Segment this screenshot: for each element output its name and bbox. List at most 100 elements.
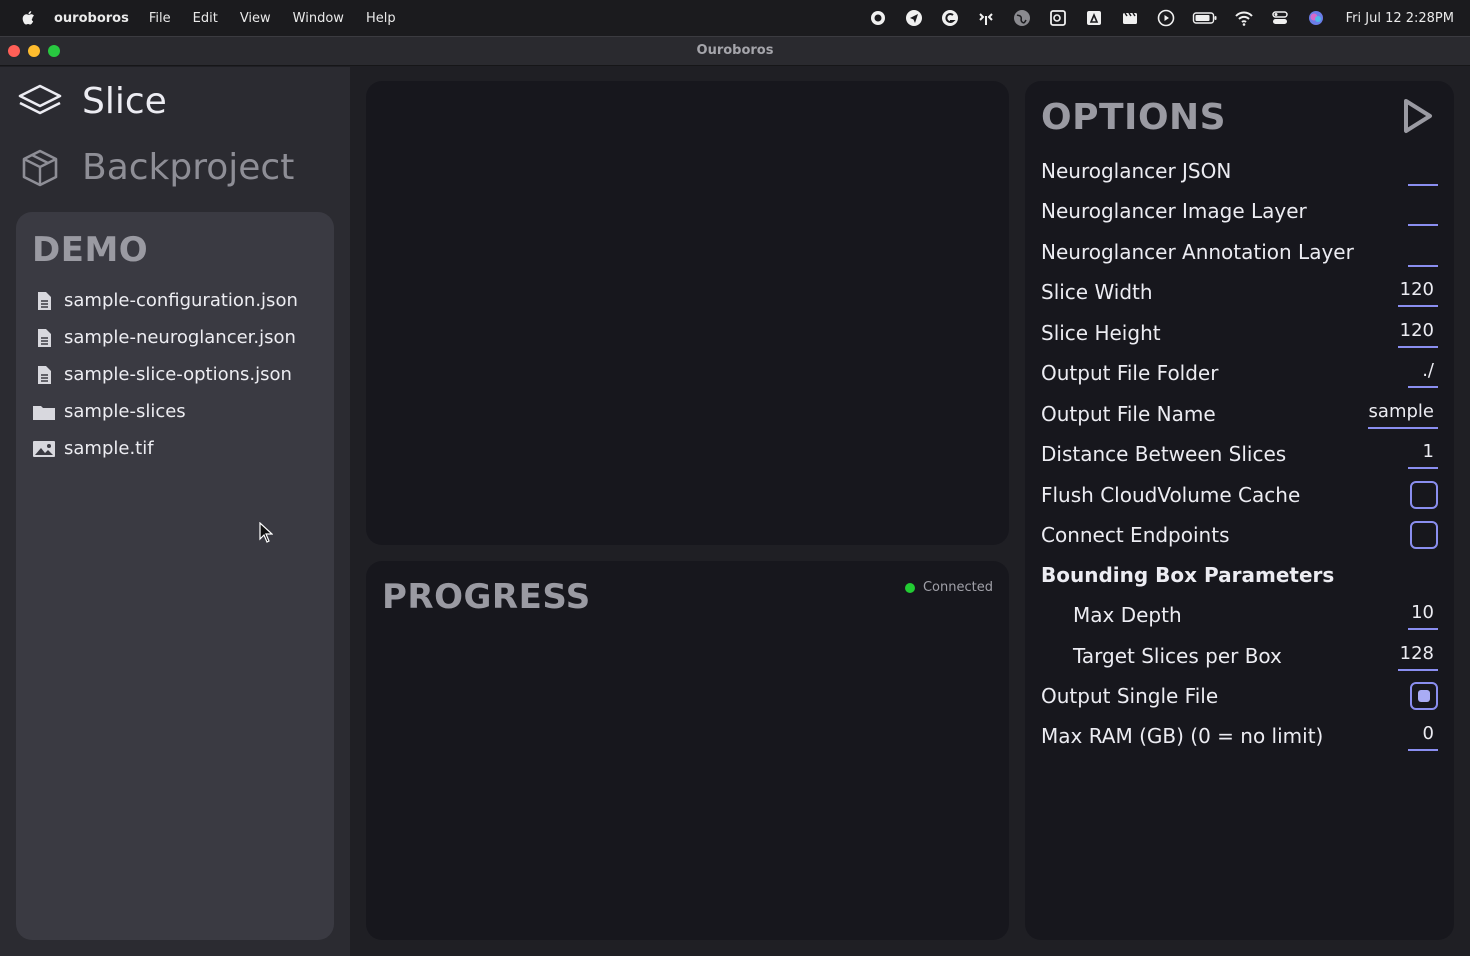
window-titlebar: Ouroboros — [0, 36, 1470, 66]
annotation-layer-input[interactable] — [1408, 237, 1438, 267]
option-image-layer: Neuroglancer Image Layer — [1041, 194, 1438, 228]
demo-title: DEMO — [32, 230, 149, 270]
control-center-icon[interactable] — [1270, 8, 1290, 28]
option-output-folder: Output File Folder — [1041, 356, 1438, 390]
option-neuroglancer-json: Neuroglancer JSON — [1041, 154, 1438, 188]
option-label: Neuroglancer Annotation Layer — [1041, 240, 1354, 264]
option-single-file: Output Single File — [1041, 679, 1438, 713]
nav-slice[interactable]: Slice — [16, 81, 167, 122]
option-distance: Distance Between Slices — [1041, 437, 1438, 471]
option-label: Neuroglancer Image Layer — [1041, 199, 1307, 223]
outlook-icon[interactable] — [1048, 8, 1068, 28]
layers-icon — [18, 84, 62, 114]
file-icon — [38, 365, 51, 384]
option-label: Output File Folder — [1041, 361, 1219, 385]
sidebar: Slice Backproject DEMO sample-configurat… — [0, 67, 350, 956]
option-label: Flush CloudVolume Cache — [1041, 483, 1301, 507]
option-target-slices: Target Slices per Box — [1041, 639, 1438, 673]
menu-window[interactable]: Window — [293, 11, 344, 26]
send-icon[interactable] — [904, 8, 924, 28]
run-play-icon[interactable] — [1400, 97, 1434, 135]
option-max-ram: Max RAM (GB) (0 = no limit) — [1041, 719, 1438, 753]
slice-height-input[interactable] — [1398, 318, 1438, 348]
option-label: Max RAM (GB) (0 = no limit) — [1041, 724, 1324, 748]
options-panel: OPTIONS Neuroglancer JSON Neuroglancer I… — [1025, 81, 1454, 940]
nav-slice-label: Slice — [82, 81, 167, 122]
status-area: Fri Jul 12 2:28PM — [868, 0, 1454, 36]
option-bbox-header: Bounding Box Parameters — [1041, 558, 1438, 592]
demo-file-list: sample-configuration.json sample-neurogl… — [32, 282, 298, 467]
slice-width-input[interactable] — [1398, 277, 1438, 307]
option-connect-endpoints: Connect Endpoints — [1041, 518, 1438, 552]
file-icon — [38, 328, 51, 347]
option-label: Neuroglancer JSON — [1041, 159, 1232, 183]
single-file-checkbox[interactable] — [1410, 682, 1438, 710]
file-item[interactable]: sample-slice-options.json — [32, 356, 298, 393]
folder-item[interactable]: sample-slices — [32, 393, 298, 430]
folder-icon — [33, 405, 55, 420]
option-annotation-layer: Neuroglancer Annotation Layer — [1041, 235, 1438, 269]
menu-edit[interactable]: Edit — [193, 11, 218, 26]
connect-endpoints-checkbox[interactable] — [1410, 521, 1438, 549]
file-name: sample-configuration.json — [64, 290, 298, 311]
cube-icon — [22, 149, 58, 186]
target-slices-input[interactable] — [1398, 641, 1438, 671]
mouse-cursor-icon — [259, 522, 273, 543]
connection-status: Connected — [904, 580, 993, 595]
option-label: Max Depth — [1073, 603, 1182, 627]
file-item[interactable]: sample-neuroglancer.json — [32, 319, 298, 356]
option-slice-height: Slice Height — [1041, 316, 1438, 350]
option-label: Distance Between Slices — [1041, 442, 1287, 466]
flush-cache-checkbox[interactable] — [1410, 481, 1438, 509]
option-slice-width: Slice Width — [1041, 275, 1438, 309]
option-label: Slice Width — [1041, 280, 1153, 304]
battery-icon[interactable] — [1192, 8, 1218, 28]
play-icon[interactable] — [1156, 8, 1176, 28]
connection-label: Connected — [922, 580, 993, 595]
option-label: Slice Height — [1041, 321, 1161, 345]
image-layer-input[interactable] — [1408, 196, 1438, 226]
window-title: Ouroboros — [696, 43, 774, 58]
neuroglancer-json-input[interactable] — [1408, 156, 1438, 186]
wifi-icon[interactable] — [1234, 8, 1254, 28]
option-flush-cache: Flush CloudVolume Cache — [1041, 478, 1438, 512]
option-label: Output File Name — [1041, 402, 1216, 426]
option-label: Target Slices per Box — [1073, 644, 1282, 668]
progress-panel: PROGRESS Connected — [366, 561, 1009, 940]
demo-panel: DEMO sample-configuration.json sample-ne… — [16, 212, 334, 940]
option-label: Output Single File — [1041, 684, 1219, 708]
drive-icon[interactable] — [1084, 8, 1104, 28]
section-heading: Bounding Box Parameters — [1041, 563, 1335, 587]
file-name: sample-neuroglancer.json — [64, 327, 296, 348]
option-max-depth: Max Depth — [1041, 598, 1438, 632]
option-label: Connect Endpoints — [1041, 523, 1230, 547]
max-depth-input[interactable] — [1408, 600, 1438, 630]
output-folder-input[interactable] — [1408, 358, 1438, 388]
menu-file[interactable]: File — [149, 11, 171, 26]
file-item[interactable]: sample-configuration.json — [32, 282, 298, 319]
apple-icon[interactable] — [20, 10, 36, 26]
grammarly-icon[interactable] — [940, 8, 960, 28]
file-name: sample-slice-options.json — [64, 364, 292, 385]
nav-backproject-label: Backproject — [82, 147, 295, 188]
output-name-input[interactable] — [1368, 399, 1438, 429]
globe-icon[interactable] — [1012, 8, 1032, 28]
menubar-clock[interactable]: Fri Jul 12 2:28PM — [1346, 11, 1454, 26]
option-output-name: Output File Name — [1041, 397, 1438, 431]
menu-view[interactable]: View — [240, 11, 271, 26]
folder-name: sample-slices — [64, 401, 186, 422]
record-icon[interactable] — [868, 8, 888, 28]
menu-help[interactable]: Help — [366, 11, 396, 26]
app-menu[interactable]: ouroboros — [54, 11, 129, 26]
file-item[interactable]: sample.tif — [32, 430, 298, 467]
distance-input[interactable] — [1408, 439, 1438, 469]
file-icon — [38, 291, 51, 310]
connection-dot-icon — [904, 582, 915, 593]
siri-icon[interactable] — [1306, 8, 1326, 28]
clapper-icon[interactable] — [1120, 8, 1140, 28]
progress-title: PROGRESS — [382, 577, 591, 617]
nav-backproject[interactable]: Backproject — [16, 147, 294, 188]
max-ram-input[interactable] — [1408, 721, 1438, 751]
antenna-icon[interactable] — [976, 8, 996, 28]
image-icon — [33, 440, 55, 457]
